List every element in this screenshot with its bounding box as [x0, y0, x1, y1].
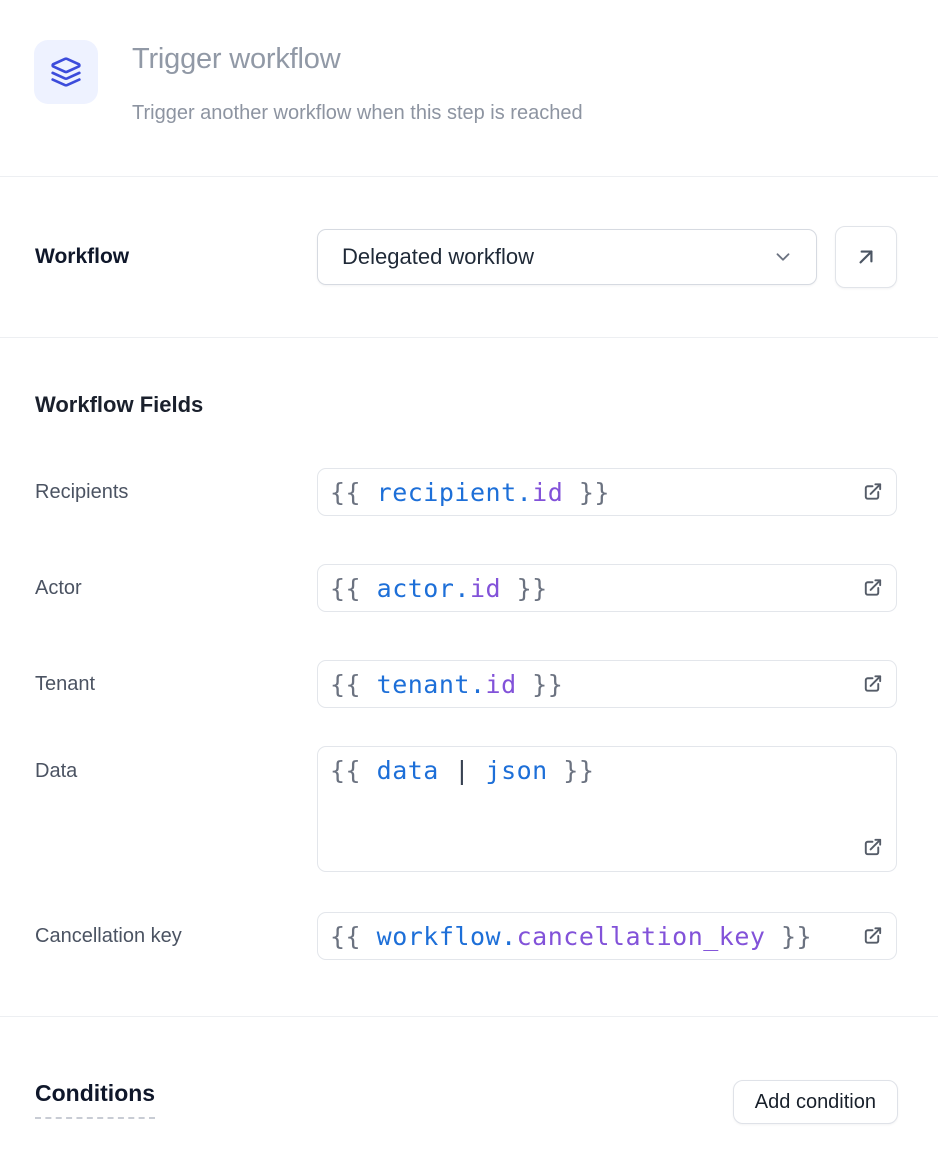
- workflow-select-value: Delegated workflow: [342, 244, 534, 270]
- workflow-fields-heading: Workflow Fields: [35, 391, 897, 419]
- workflow-select[interactable]: Delegated workflow: [317, 229, 817, 285]
- field-code-input[interactable]: {{ workflow.cancellation_key }}: [317, 912, 897, 960]
- step-header: Trigger workflow Trigger another workflo…: [0, 0, 938, 176]
- layers-icon: [50, 56, 82, 88]
- field-label: Tenant: [35, 660, 317, 708]
- chevron-down-icon: [772, 246, 794, 268]
- add-condition-button[interactable]: Add condition: [733, 1080, 898, 1124]
- conditions-heading: Conditions: [35, 1080, 155, 1119]
- step-header-text: Trigger workflow Trigger another workflo…: [132, 40, 583, 126]
- field-label: Data: [35, 746, 317, 783]
- external-link-icon[interactable]: [861, 577, 884, 600]
- field-row: Cancellation key {{ workflow.cancellatio…: [35, 912, 897, 960]
- field-code-value: {{ workflow.cancellation_key }}: [330, 922, 812, 951]
- external-link-icon[interactable]: [861, 481, 884, 504]
- field-label: Recipients: [35, 468, 317, 516]
- step-icon-box: [34, 40, 98, 104]
- field-code-value: {{ data | json }}: [330, 756, 594, 785]
- field-rows: Recipients {{ recipient.id }} Actor {{ a…: [35, 468, 897, 960]
- conditions-section: Conditions Add condition: [0, 1017, 938, 1124]
- field-code-value: {{ tenant.id }}: [330, 670, 563, 699]
- external-link-icon[interactable]: [861, 836, 884, 859]
- field-row: Recipients {{ recipient.id }}: [35, 468, 897, 516]
- external-link-icon[interactable]: [861, 673, 884, 696]
- external-link-icon[interactable]: [861, 925, 884, 948]
- field-code-value: {{ actor.id }}: [330, 574, 548, 603]
- field-row: Actor {{ actor.id }}: [35, 564, 897, 612]
- trigger-workflow-panel: Trigger workflow Trigger another workflo…: [0, 0, 938, 1164]
- field-row: Data {{ data | json }}: [35, 746, 897, 872]
- step-name-input[interactable]: Trigger workflow: [132, 41, 583, 77]
- field-code-value: {{ recipient.id }}: [330, 478, 610, 507]
- field-row: Tenant {{ tenant.id }}: [35, 660, 897, 708]
- field-label: Cancellation key: [35, 912, 317, 960]
- arrow-up-right-icon: [853, 244, 879, 270]
- workflow-select-row: Workflow Delegated workflow: [0, 177, 938, 337]
- step-subtitle: Trigger another workflow when this step …: [132, 101, 583, 126]
- field-code-input[interactable]: {{ data | json }}: [317, 746, 897, 872]
- workflow-label: Workflow: [35, 245, 317, 269]
- field-label: Actor: [35, 564, 317, 612]
- open-workflow-button[interactable]: [835, 226, 897, 288]
- workflow-fields-section: Workflow Fields Recipients {{ recipient.…: [0, 338, 938, 1016]
- field-code-input[interactable]: {{ tenant.id }}: [317, 660, 897, 708]
- field-code-input[interactable]: {{ recipient.id }}: [317, 468, 897, 516]
- field-code-input[interactable]: {{ actor.id }}: [317, 564, 897, 612]
